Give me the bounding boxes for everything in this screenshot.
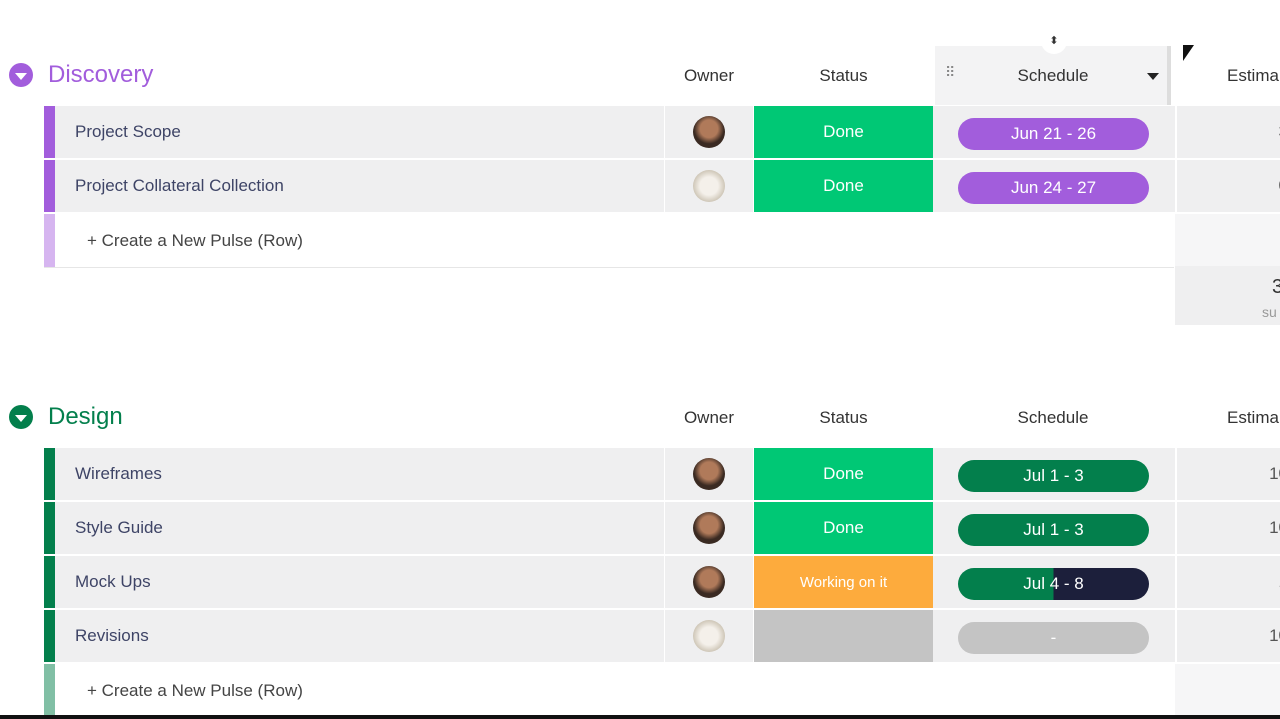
estimate-value: 10: [1269, 464, 1280, 483]
status-cell[interactable]: [754, 610, 933, 662]
group-color-bar: [44, 610, 55, 662]
estimate-value: 10: [1269, 626, 1280, 645]
group-color-bar: [44, 448, 55, 500]
timeline-pill[interactable]: Jul 1 - 3: [958, 514, 1149, 546]
column-header-status[interactable]: Status: [754, 66, 933, 86]
light-avatar: [693, 170, 725, 202]
dark-hair-avatar: [693, 116, 725, 148]
timeline-pill[interactable]: Jul 1 - 3: [958, 460, 1149, 492]
estimate-cell[interactable]: 1: [1175, 556, 1280, 608]
group-color-bar: [44, 502, 55, 554]
column-header-schedule[interactable]: Schedule: [935, 408, 1171, 428]
table-row[interactable]: Project Scope Done Jun 21 - 26 3: [44, 106, 1280, 158]
owner-cell[interactable]: [664, 160, 754, 212]
estimate-cell[interactable]: 10: [1175, 502, 1280, 554]
column-header-status[interactable]: Status: [754, 408, 933, 428]
status-cell[interactable]: Working on it: [754, 556, 933, 608]
estimate-empty-cell: [1175, 214, 1280, 266]
pulse-name[interactable]: Project Collateral Collection: [75, 160, 284, 212]
estimate-empty-cell: [1175, 664, 1280, 719]
timeline-pill[interactable]: -: [958, 622, 1149, 654]
column-header-schedule-active[interactable]: ⠿ Schedule: [935, 46, 1171, 105]
table-row[interactable]: Revisions - 10: [44, 610, 1280, 662]
owner-cell[interactable]: [664, 106, 754, 158]
owner-cell[interactable]: [664, 556, 754, 608]
estimate-cell[interactable]: 10: [1175, 610, 1280, 662]
pulse-name[interactable]: Project Scope: [75, 106, 181, 158]
group-title-design[interactable]: Design: [48, 403, 123, 431]
timeline-text: Jun 24 - 27: [1010, 178, 1097, 197]
column-header-owner[interactable]: Owner: [664, 66, 754, 86]
create-pulse-row[interactable]: + Create a New Pulse (Row): [44, 664, 1174, 719]
status-cell[interactable]: Done: [754, 448, 933, 500]
summary-label: su: [1262, 304, 1277, 320]
group-color-bar: [44, 556, 55, 608]
pulse-name[interactable]: Wireframes: [75, 448, 162, 500]
dark-hair-avatar: [693, 566, 725, 598]
group-color-bar: [44, 160, 55, 212]
create-pulse-label[interactable]: + Create a New Pulse (Row): [87, 214, 303, 268]
pulse-name[interactable]: Revisions: [75, 610, 149, 662]
create-pulse-label[interactable]: + Create a New Pulse (Row): [87, 664, 303, 718]
estimate-cell[interactable]: 3: [1175, 106, 1280, 158]
status-cell[interactable]: Done: [754, 502, 933, 554]
timeline-pill[interactable]: Jun 21 - 26: [958, 118, 1149, 150]
column-header-owner[interactable]: Owner: [664, 408, 754, 428]
estimate-summary: 3 su: [1175, 266, 1280, 325]
group-color-bar: [44, 664, 55, 718]
table-row[interactable]: Mock Ups Working on it Jul 4 - 8 1: [44, 556, 1280, 608]
estimate-value: 10: [1269, 518, 1280, 537]
table-row[interactable]: Wireframes Done Jul 1 - 3 10: [44, 448, 1280, 500]
owner-cell[interactable]: [664, 610, 754, 662]
window-bottom-edge: [0, 715, 1280, 719]
group-title-discovery[interactable]: Discovery: [48, 61, 153, 89]
estimate-cell[interactable]: 10: [1175, 448, 1280, 500]
timeline-text: Jul 1 - 3: [1023, 520, 1084, 539]
timeline-text: -: [1050, 628, 1057, 647]
column-header-estimate[interactable]: Estima: [1227, 408, 1279, 428]
dark-hair-avatar: [693, 512, 725, 544]
estimate-cell[interactable]: 0: [1175, 160, 1280, 212]
sort-icon[interactable]: ⬍: [1041, 28, 1067, 54]
timeline-text: Jul 1 - 3: [1023, 466, 1084, 485]
table-row[interactable]: Project Collateral Collection Done Jun 2…: [44, 160, 1280, 212]
light-avatar: [693, 620, 725, 652]
column-header-schedule: Schedule: [1017, 66, 1089, 85]
timeline-pill[interactable]: Jul 4 - 8: [958, 568, 1149, 600]
timeline-pill[interactable]: Jun 24 - 27: [958, 172, 1149, 204]
column-menu-chevron-down-icon[interactable]: [1147, 73, 1159, 80]
create-pulse-row[interactable]: + Create a New Pulse (Row): [44, 214, 1174, 268]
owner-cell[interactable]: [664, 502, 754, 554]
timeline-text: Jul 4 - 8: [1023, 574, 1084, 593]
summary-value: 3: [1272, 276, 1280, 298]
pulse-name[interactable]: Style Guide: [75, 502, 163, 554]
status-cell[interactable]: Done: [754, 160, 933, 212]
group-color-bar: [44, 106, 55, 158]
owner-cell[interactable]: [664, 448, 754, 500]
group-color-bar: [44, 214, 55, 267]
table-row[interactable]: Style Guide Done Jul 1 - 3 10: [44, 502, 1280, 554]
timeline-text: Jun 21 - 26: [1010, 124, 1097, 143]
mouse-cursor-icon: [1183, 45, 1194, 61]
dark-hair-avatar: [693, 458, 725, 490]
collapse-group-discovery-icon[interactable]: [9, 63, 33, 87]
column-header-estimate[interactable]: Estima: [1227, 66, 1279, 86]
collapse-group-design-icon[interactable]: [9, 405, 33, 429]
pulse-name[interactable]: Mock Ups: [75, 556, 151, 608]
status-cell[interactable]: Done: [754, 106, 933, 158]
